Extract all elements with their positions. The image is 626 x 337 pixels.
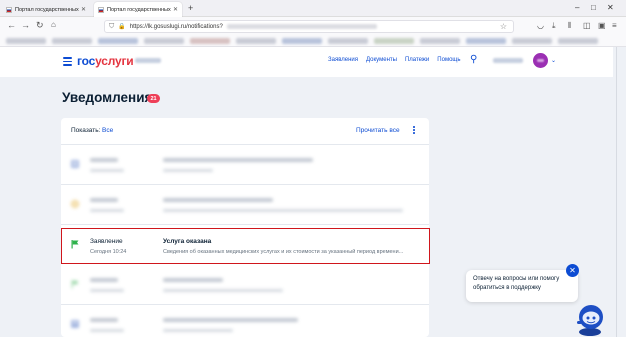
logo-part-uslugi: услуги: [95, 54, 134, 68]
minimize-icon[interactable]: –: [575, 3, 579, 12]
document-icon: [71, 320, 79, 328]
reload-icon[interactable]: ↻: [36, 20, 44, 31]
list-item[interactable]: [61, 305, 429, 337]
chevron-down-icon[interactable]: ⌄: [551, 57, 556, 64]
new-tab-button[interactable]: +: [188, 3, 193, 13]
extension-icon[interactable]: ▣: [598, 21, 606, 30]
bookmark-item[interactable]: [374, 38, 414, 44]
forward-icon[interactable]: →: [21, 20, 30, 30]
mark-all-read-button[interactable]: Прочитать все: [356, 127, 400, 134]
bookmark-item[interactable]: [466, 38, 506, 44]
more-options-icon[interactable]: [412, 126, 416, 136]
flag-icon: [71, 280, 79, 289]
tab-title: Портал государственных усл...: [15, 6, 79, 13]
list-item[interactable]: [61, 185, 429, 225]
tab-title: Портал государственных услуг Р...: [107, 6, 171, 13]
filter-row: Показать: Все Прочитать все: [61, 118, 429, 145]
bookmark-item[interactable]: [236, 38, 276, 44]
close-icon[interactable]: ✕: [566, 264, 579, 277]
bookmark-item[interactable]: [144, 38, 184, 44]
bookmark-item[interactable]: [282, 38, 322, 44]
bookmark-item[interactable]: [52, 38, 92, 44]
filter-label: Показать:: [71, 127, 101, 134]
bookmark-item[interactable]: [6, 38, 46, 44]
downloads-icon[interactable]: ⤓: [552, 21, 556, 31]
pocket-icon[interactable]: ◡: [537, 21, 544, 30]
bookmark-item[interactable]: [98, 38, 138, 44]
robot-assistant-icon[interactable]: [572, 301, 608, 337]
shield-icon: ⛉: [109, 22, 115, 30]
url-query-redacted: [226, 24, 377, 29]
bookmark-item[interactable]: [190, 38, 230, 44]
browser-nav-bar: ← → ↻ ⌂ ⛉ 🔒 https://lk.gosuslugi.ru/noti…: [0, 17, 626, 35]
list-item[interactable]: [61, 265, 429, 305]
flag-icon: [98, 6, 104, 13]
user-name-redacted[interactable]: [493, 58, 523, 63]
top-navigation: Заявления Документы Платежи Помощь: [328, 57, 460, 63]
bookmark-star-icon[interactable]: ☆: [500, 22, 507, 31]
bookmarks-bar: [0, 35, 626, 47]
page-scrollbar[interactable]: [613, 47, 626, 337]
nav-documents[interactable]: Документы: [366, 57, 397, 63]
site-header: госуслуги Заявления Документы Платежи По…: [0, 47, 626, 77]
close-icon[interactable]: ✕: [81, 6, 86, 13]
bookmark-item[interactable]: [512, 38, 552, 44]
bookmark-item[interactable]: [558, 38, 598, 44]
filter-value-all[interactable]: Все: [102, 127, 113, 134]
avatar[interactable]: [533, 53, 548, 68]
region-selector-redacted[interactable]: [135, 58, 161, 63]
nav-payments[interactable]: Платежи: [405, 57, 429, 63]
search-icon[interactable]: ⚲: [470, 54, 477, 65]
logo-part-gos: гос: [77, 54, 96, 68]
notifications-count-badge: 21: [147, 94, 161, 103]
support-chat-bubble[interactable]: Отвечу на вопросы или помогу обратиться …: [466, 270, 578, 302]
gosuslugi-logo[interactable]: госуслуги: [77, 54, 134, 68]
sync-icon[interactable]: ◫: [583, 21, 591, 30]
back-icon[interactable]: ←: [7, 20, 16, 30]
browser-tab-active[interactable]: Портал государственных услуг Р... ✕: [94, 2, 182, 17]
home-icon[interactable]: ⌂: [51, 20, 56, 29]
address-bar[interactable]: ⛉ 🔒 https://lk.gosuslugi.ru/notification…: [104, 20, 514, 33]
status-icon: [70, 199, 80, 209]
close-icon[interactable]: ✕: [173, 6, 178, 13]
nav-applications[interactable]: Заявления: [328, 57, 358, 63]
browser-tab[interactable]: Портал государственных усл... ✕: [2, 2, 90, 17]
nav-help[interactable]: Помощь: [437, 57, 460, 63]
hamburger-menu-icon[interactable]: [63, 57, 72, 66]
chat-bubble-text: Отвечу на вопросы или помогу обратиться …: [473, 276, 560, 291]
browser-tab-bar: Портал государственных усл... ✕ Портал г…: [0, 0, 626, 17]
document-icon: [71, 160, 79, 168]
flag-icon: [6, 6, 12, 13]
menu-icon[interactable]: ≡: [612, 21, 617, 30]
highlight-box: [61, 228, 430, 264]
maximize-icon[interactable]: □: [591, 3, 596, 12]
page-title: Уведомления: [62, 90, 153, 105]
bookmark-item[interactable]: [328, 38, 368, 44]
bookmark-item[interactable]: [420, 38, 460, 44]
list-item[interactable]: [61, 145, 429, 185]
library-icon[interactable]: ⫴: [568, 21, 571, 31]
url-text: https://lk.gosuslugi.ru/notifications?: [129, 23, 223, 30]
window-close-icon[interactable]: ✕: [607, 3, 614, 12]
lock-icon: 🔒: [118, 24, 126, 30]
